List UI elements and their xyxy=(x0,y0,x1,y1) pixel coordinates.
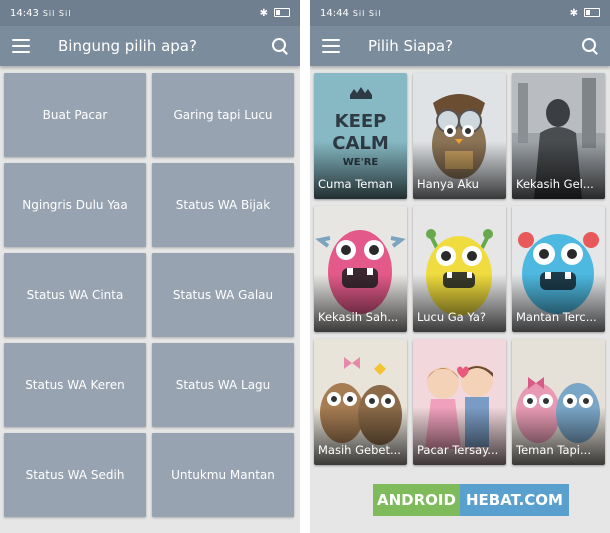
card-label: Pacar Tersay... xyxy=(417,443,499,457)
card-label: Cuma Teman xyxy=(318,177,393,191)
page-title: Bingung pilih apa? xyxy=(58,37,197,55)
category-button[interactable]: Status WA Cinta xyxy=(4,253,146,337)
category-button[interactable]: Status WA Bijak xyxy=(152,163,294,247)
card-label: Masih Gebet... xyxy=(318,443,401,457)
page-title: Pilih Siapa? xyxy=(368,37,454,55)
category-button[interactable]: Status WA Galau xyxy=(152,253,294,337)
card-label: Mantan Terc... xyxy=(516,310,597,324)
choice-card[interactable]: Pacar Tersay... xyxy=(413,339,506,465)
signal-icon: Sil Sil xyxy=(42,8,72,18)
category-grid: Buat Pacar Garing tapi Lucu Ngingris Dul… xyxy=(4,73,296,517)
category-button[interactable]: Untukmu Mantan xyxy=(152,433,294,517)
choice-card[interactable]: Teman Tapi... xyxy=(512,339,605,465)
choice-card[interactable]: Masih Gebet... xyxy=(314,339,407,465)
status-right: ✱ xyxy=(260,8,290,19)
battery-icon xyxy=(584,8,600,17)
left-phone-screen: 14:43 Sil Sil ✱ Bingung pilih apa? Buat P… xyxy=(0,0,300,533)
app-bar: Pilih Siapa? xyxy=(310,26,610,66)
status-time: 14:44 xyxy=(320,7,349,19)
battery-icon xyxy=(274,8,290,17)
status-left: 14:43 Sil Sil xyxy=(10,8,71,19)
choice-card[interactable]: Lucu Ga Ya? xyxy=(413,206,506,332)
choice-card[interactable]: Kekasih Sah... xyxy=(314,206,407,332)
search-icon[interactable] xyxy=(582,38,598,55)
category-button[interactable]: Status WA Sedih xyxy=(4,433,146,517)
category-button[interactable]: Status WA Keren xyxy=(4,343,146,427)
status-time: 14:43 xyxy=(10,7,39,19)
card-label: Hanya Aku xyxy=(417,177,479,191)
category-button[interactable]: Buat Pacar xyxy=(4,73,146,157)
card-label: Kekasih Sah... xyxy=(318,310,399,324)
watermark-part-1: ANDROID xyxy=(373,484,460,516)
right-phone-screen: 14:44Sil Sil ✱ Pilih Siapa? KEEP CALM WE… xyxy=(310,0,610,533)
bluetooth-icon: ✱ xyxy=(569,7,578,19)
menu-icon[interactable] xyxy=(322,39,340,53)
choice-card[interactable]: Kekasih Gel... xyxy=(512,73,605,199)
app-bar: Bingung pilih apa? xyxy=(0,26,300,66)
category-button[interactable]: Ngingris Dulu Yaa xyxy=(4,163,146,247)
status-left: 14:44 Sil Sil xyxy=(320,8,381,19)
signal-icon: Sil Sil xyxy=(352,8,382,18)
status-bar: 14:43 Sil Sil ✱ xyxy=(0,0,300,26)
status-right: ✱ xyxy=(570,8,600,19)
watermark-logo: ANDROID HEBAT.COM xyxy=(373,484,569,516)
card-label: Kekasih Gel... xyxy=(516,177,594,191)
bluetooth-icon: ✱ xyxy=(259,7,268,19)
status-bar: 14:44 Sil Sil ✱ xyxy=(310,0,610,26)
category-button[interactable]: Status WA Lagu xyxy=(152,343,294,427)
watermark-part-2: HEBAT.COM xyxy=(459,484,569,516)
choice-card[interactable]: KEEP CALM WE'RE Cuma Teman xyxy=(314,73,407,199)
choice-card[interactable]: Hanya Aku xyxy=(413,73,506,199)
search-icon[interactable] xyxy=(272,38,288,55)
card-label: Teman Tapi... xyxy=(516,443,591,457)
svg-text:KEEP: KEEP xyxy=(335,111,387,132)
choice-grid: KEEP CALM WE'RE Cuma Teman Hanya Aku xyxy=(314,73,606,465)
category-button[interactable]: Garing tapi Lucu xyxy=(152,73,294,157)
menu-icon[interactable] xyxy=(12,39,30,53)
card-label: Lucu Ga Ya? xyxy=(417,310,486,324)
choice-card[interactable]: Mantan Terc... xyxy=(512,206,605,332)
